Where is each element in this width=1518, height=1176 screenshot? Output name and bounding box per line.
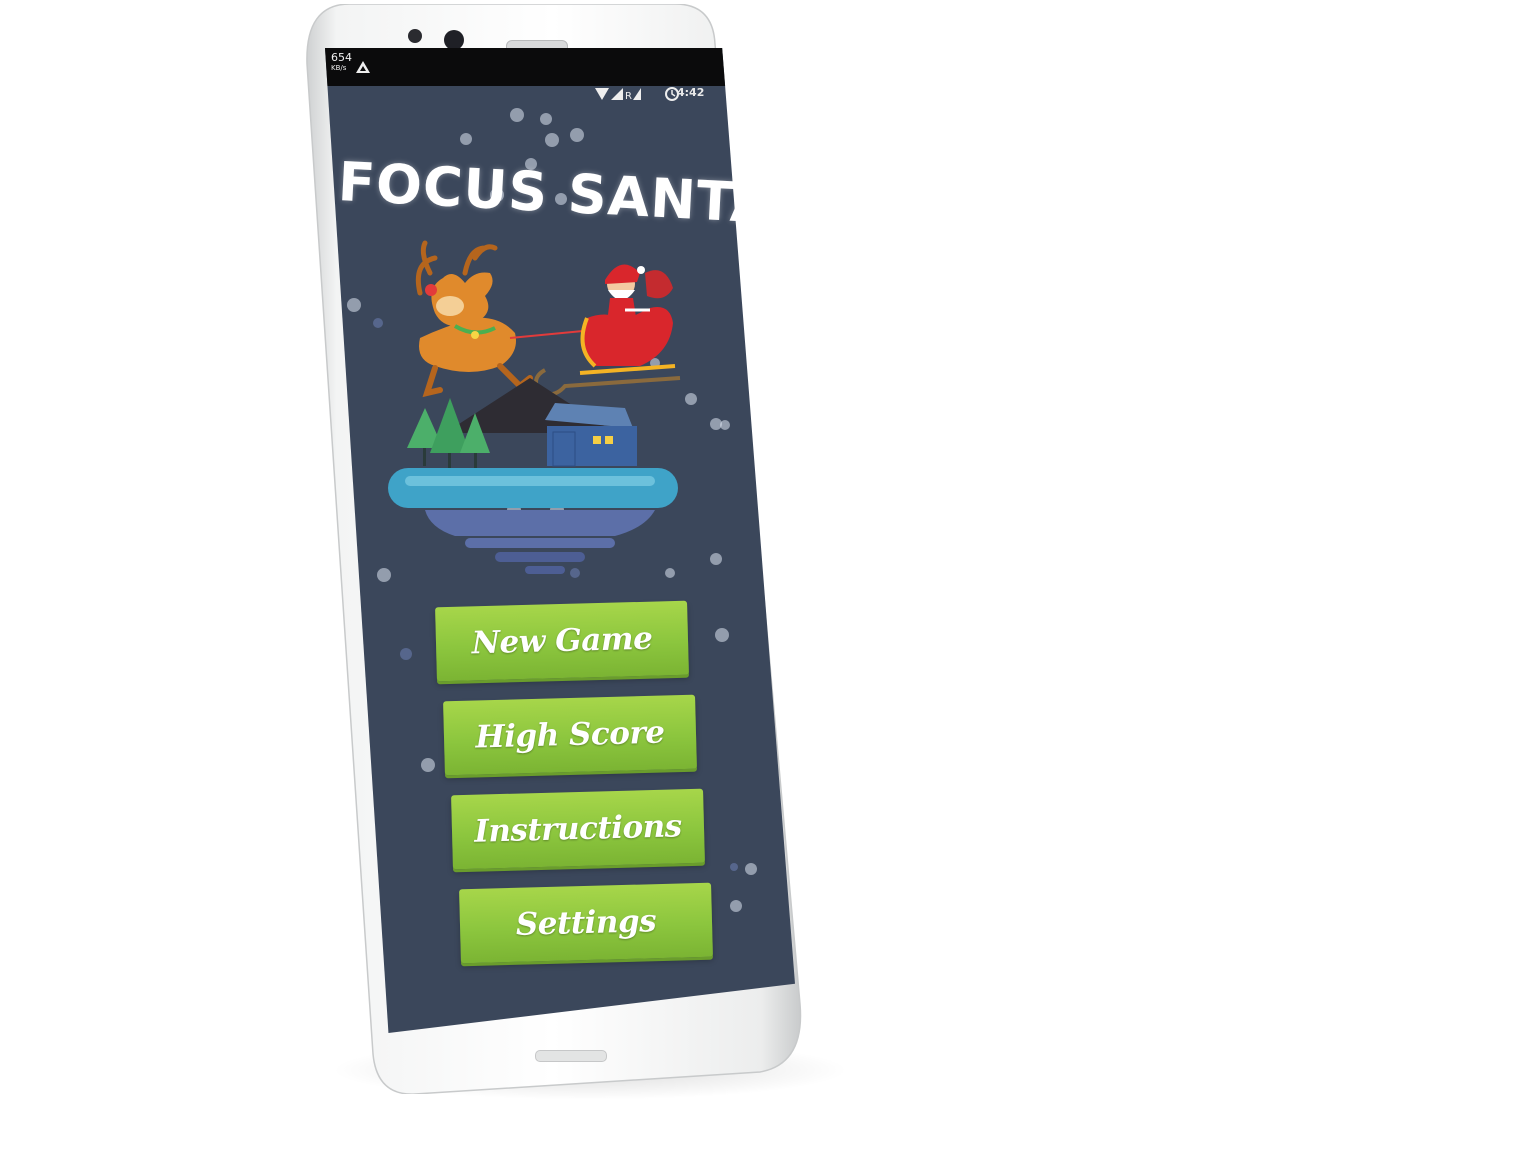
snowflake <box>745 863 757 875</box>
snowflake <box>730 900 742 912</box>
instructions-button[interactable]: Instructions <box>451 788 705 870</box>
new-game-button[interactable]: New Game <box>435 600 689 682</box>
network-speed: 654 KB/s <box>331 52 352 74</box>
usb-port <box>535 1050 607 1062</box>
high-score-button[interactable]: High Score <box>443 694 697 776</box>
drive-icon <box>356 61 370 73</box>
snowflake <box>715 628 729 642</box>
network-speed-unit: KB/s <box>331 64 347 72</box>
settings-button[interactable]: Settings <box>459 882 713 964</box>
santa-sleigh-illustration <box>388 240 681 574</box>
front-camera-icon <box>444 30 464 50</box>
santa-icon <box>534 264 681 397</box>
reindeer-icon <box>415 240 584 398</box>
front-sensor-icon <box>408 29 422 43</box>
snowflake <box>730 863 738 871</box>
snowflake <box>421 758 435 772</box>
snowflake <box>400 648 412 660</box>
island-icon <box>388 378 678 574</box>
